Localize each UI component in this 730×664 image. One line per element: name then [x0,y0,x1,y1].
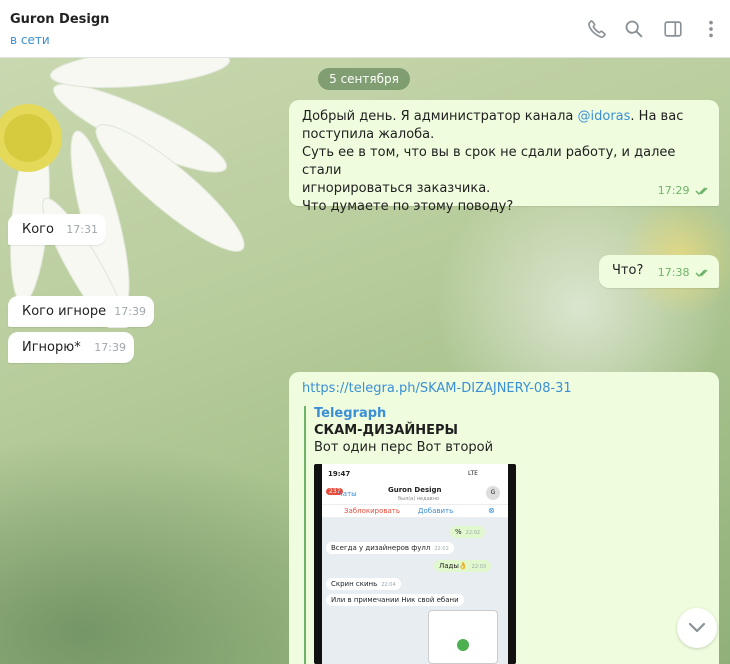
double-check-icon [695,187,708,196]
back-label: Чаты [338,490,357,498]
phone-bubble-text: Всегда у дизайнеров фулл [331,544,431,552]
phone-bubble-time: 22:03 [471,564,487,570]
phone-bubble-text: % [455,528,462,536]
preview-site-name: Telegraph [314,406,387,421]
date-separator: 5 сентября [318,68,410,90]
phone-contact-status: был(а) недавно [398,496,439,502]
block-label: Заблокировать [344,507,400,515]
phone-avatar: G [486,486,500,500]
check-circle-icon [457,639,469,651]
scroll-to-bottom-button[interactable] [677,608,717,648]
double-check-icon [695,269,708,278]
close-icon: ⊗ [488,506,495,515]
message-text: Кого игноре [22,304,107,319]
message-time: 17:31 [66,223,98,236]
chat-title[interactable]: Guron Design [10,12,109,27]
chat-header: Guron Design в сети [0,0,730,58]
phone-bubble-time: 22:02 [434,546,449,552]
message-text: Игнорю* [22,340,81,355]
message-text-part: Добрый день. Я администратор канала [302,109,578,124]
message-outgoing[interactable]: Добрый день. Я администратор канала @ido… [289,100,719,214]
phone-screenshot-thumbnail [428,610,498,664]
more-vertical-icon[interactable] [700,18,722,40]
message-text: Кого [22,222,54,237]
preview-title: СКАМ-ДИЗАЙНЕРЫ [314,423,458,438]
phone-bubble: Лады👌 22:03 [434,560,492,572]
phone-clock: 19:47 [328,470,351,478]
preview-image[interactable]: 19:47 LTE 237 Чаты Guron Design был(а) н… [314,464,516,664]
message-meta: 17:38 [658,264,711,282]
phone-chat-area: % 22:02 Всегда у дизайнеров фулл 22:02 Лад… [322,518,508,664]
message-meta: 17:29 [658,182,711,200]
message-text: Добрый день. Я администратор канала @ido… [302,108,712,216]
link-preview[interactable]: Telegraph СКАМ-ДИЗАЙНЕРЫ Вот один перс В… [304,406,704,664]
message-time: 17:39 [114,305,146,318]
phone-signal: LTE [468,470,478,477]
search-icon[interactable] [623,18,645,40]
message-text: Что? [612,263,644,278]
phone-bubble: % 22:02 [450,526,486,538]
phone-bubble-text: Или в примечании Ник свой ебани [331,596,459,604]
message-text-part: . На вас поступила жалоба. Суть ее в том… [302,109,684,214]
phone-bubble: Всегда у дизайнеров фулл 22:02 [326,542,454,554]
phone-action-bar: Заблокировать Добавить ⊗ [322,504,508,518]
preview-description: Вот один перс Вот второй [314,440,494,455]
phone-icon[interactable] [586,18,608,40]
message-incoming[interactable]: Игнорю* 17:39 [8,332,134,363]
phone-bubble-time: 22:02 [465,530,481,536]
message-time: 17:39 [94,341,126,354]
phone-bubble-text: Лады👌 [439,562,468,570]
daisy-flower-image [0,58,245,328]
message-time: 17:38 [657,266,690,279]
phone-bubble: Или в примечании Ник свой ебани [326,594,464,606]
message-incoming[interactable]: Кого игноре 17:39 [8,296,154,327]
message-time: 17:29 [657,184,690,197]
mention-link[interactable]: @idoras [578,109,631,124]
sidebar-toggle-icon[interactable] [662,18,684,40]
message-outgoing[interactable]: Что? 17:38 [599,255,719,288]
message-incoming[interactable]: Кого 17:31 [8,214,106,245]
chevron-down-icon [688,622,706,633]
phone-screen: 19:47 LTE 237 Чаты Guron Design был(а) н… [322,464,508,664]
phone-bubble: Скрин скинь 22:04 [326,578,401,590]
add-label: Добавить [418,507,454,515]
message-link[interactable]: https://telegra.ph/SKAM-DIZAJNERY-08-31 [302,380,572,398]
phone-bubble-text: Скрин скинь [331,580,378,588]
phone-contact-name: Guron Design [388,486,442,494]
phone-bubble-time: 22:04 [381,582,396,588]
online-status: в сети [10,33,50,47]
